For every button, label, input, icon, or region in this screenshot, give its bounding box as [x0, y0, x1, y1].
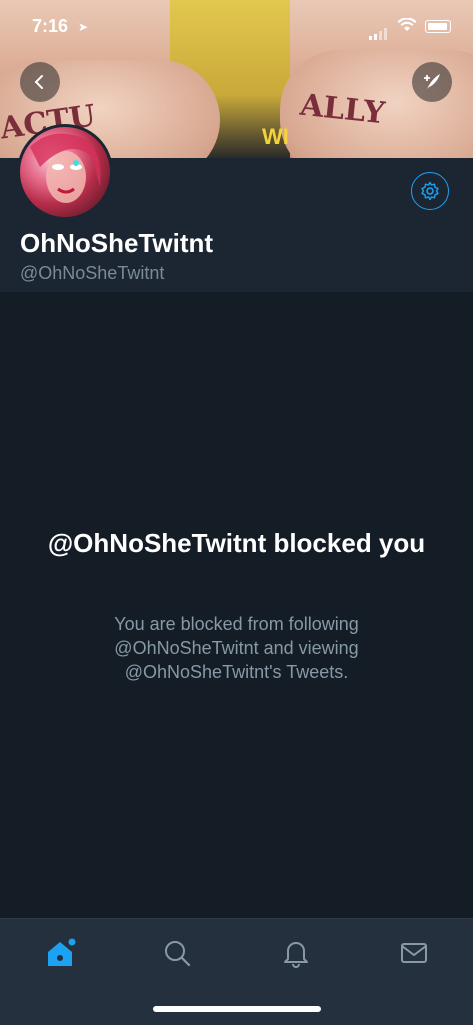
- status-time: 7:16: [32, 16, 69, 36]
- home-indicator: [153, 1006, 321, 1012]
- signal-icon: [369, 22, 389, 40]
- home-icon: [48, 938, 76, 966]
- settings-button[interactable]: [411, 172, 449, 210]
- blocked-message: You are blocked from following @OhNoSheT…: [114, 614, 359, 682]
- avatar-image: [30, 133, 101, 203]
- tab-messages[interactable]: [394, 933, 434, 973]
- gear-icon: [421, 181, 439, 201]
- compose-feather-icon: [424, 74, 440, 89]
- mail-icon: [401, 943, 427, 963]
- bell-icon: [284, 942, 308, 968]
- profile-display-name: OhNoSheTwitnt: [20, 228, 214, 258]
- battery-icon: [425, 20, 451, 33]
- search-icon: [165, 941, 191, 967]
- tab-search[interactable]: [157, 933, 197, 973]
- location-icon: ➤: [78, 20, 89, 34]
- profile-handle: @OhNoSheTwitnt: [20, 263, 165, 283]
- wifi-icon: [397, 18, 417, 31]
- chevron-left-icon: [34, 75, 43, 89]
- back-button[interactable]: [20, 62, 60, 102]
- tab-home[interactable]: [40, 933, 80, 973]
- avatar[interactable]: [17, 124, 113, 220]
- blocked-title: @OhNoSheTwitnt blocked you: [47, 528, 426, 558]
- compose-tweet-button[interactable]: [412, 62, 452, 102]
- status-bar: 7:16 ➤: [0, 0, 473, 48]
- tab-notifications[interactable]: [276, 933, 316, 973]
- banner-art-text: WI: [262, 124, 289, 149]
